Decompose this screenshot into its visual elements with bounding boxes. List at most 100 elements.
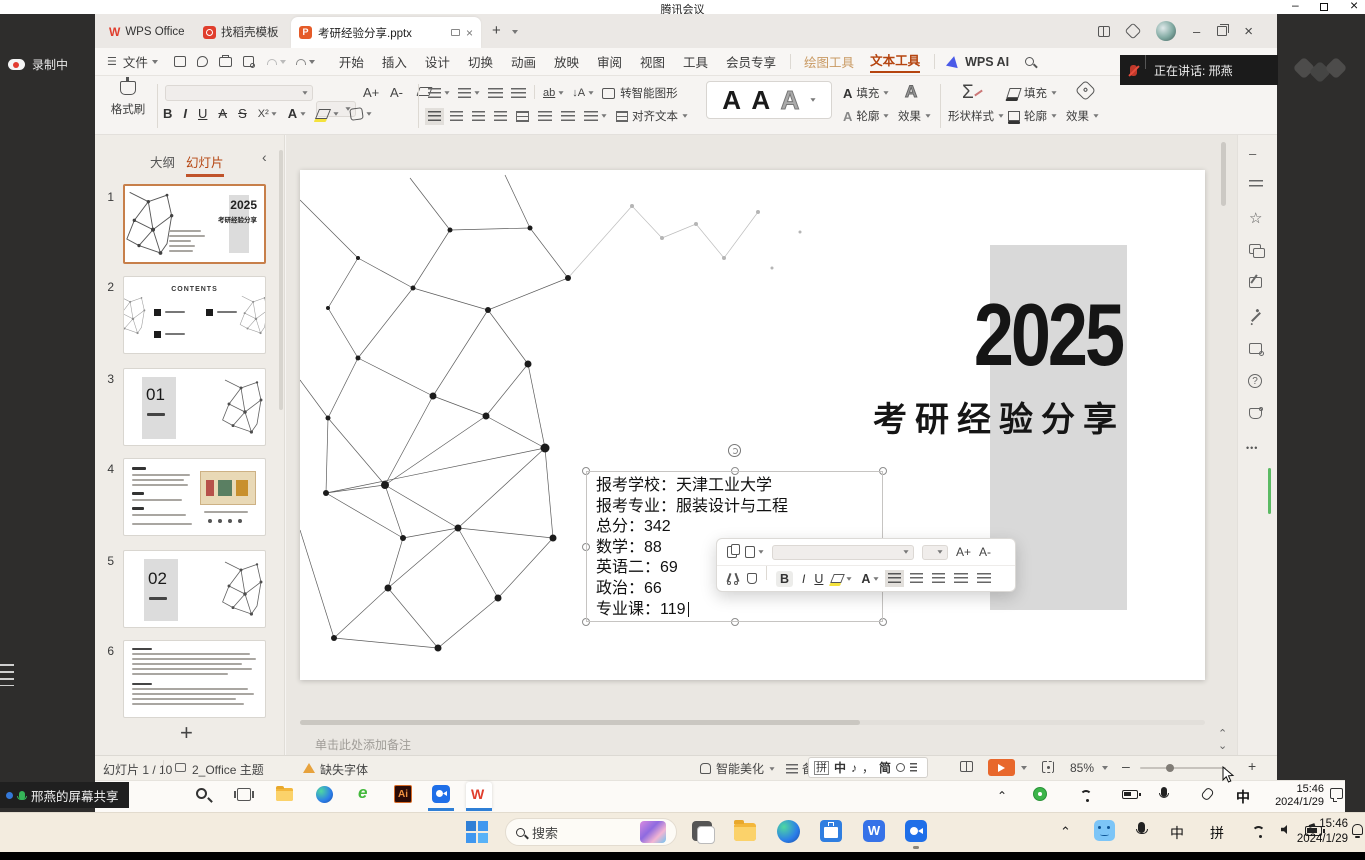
shared-explorer-icon[interactable] — [276, 788, 293, 801]
tab-close-icon[interactable]: × — [466, 26, 473, 40]
menu-insert[interactable]: 插入 — [382, 52, 407, 71]
win-start-button[interactable] — [466, 821, 488, 843]
shared-ime-cn[interactable]: 中 — [1236, 787, 1250, 807]
mini-align-right[interactable] — [932, 573, 945, 584]
vertical-scrollbar[interactable] — [1221, 142, 1226, 682]
sidebar-settings-icon[interactable] — [1249, 180, 1263, 190]
decrease-font-button[interactable]: A- — [390, 85, 403, 100]
meeting-maximize-button[interactable] — [1320, 3, 1328, 11]
win-taskview-icon[interactable] — [692, 821, 712, 841]
win-wps-icon[interactable]: W — [863, 820, 885, 842]
reading-view-icon[interactable] — [960, 761, 973, 772]
menu-design[interactable]: 设计 — [425, 52, 450, 71]
menu-draw-tools[interactable]: 绘图工具 — [804, 52, 854, 71]
rotation-handle[interactable] — [728, 444, 741, 457]
next-slide-button[interactable]: ⌄ — [1218, 739, 1227, 752]
win-ime-pin[interactable]: 拼 — [1210, 823, 1224, 843]
distribute-button[interactable] — [516, 111, 529, 122]
win-meeting-tray-icon[interactable] — [1094, 820, 1115, 841]
mini-line-spacing-down[interactable] — [977, 573, 991, 584]
text-effect-gallery-icon[interactable]: A — [905, 82, 917, 102]
win-ime-cn[interactable]: 中 — [1170, 823, 1184, 843]
strike-a-button[interactable]: A — [218, 107, 227, 120]
main-menu-icon[interactable]: ☰ — [107, 55, 117, 68]
mini-increase-font[interactable]: A+ — [956, 545, 971, 559]
shared-ie-icon[interactable]: e — [358, 783, 367, 803]
slide-thumbnail-1[interactable]: 2025 考研经验分享 — [123, 184, 266, 264]
tab-outline[interactable]: 大纲 — [150, 152, 175, 171]
mini-italic-button[interactable]: I — [802, 572, 805, 586]
shared-meeting-icon[interactable] — [432, 785, 450, 803]
win-wifi-icon[interactable] — [1252, 826, 1265, 839]
fit-slide-icon[interactable] — [1042, 761, 1054, 773]
highlight-color-button[interactable] — [317, 109, 339, 119]
tab-slides[interactable]: 幻灯片 — [186, 152, 224, 177]
new-tab-button[interactable]: + — [492, 22, 501, 39]
slide-title[interactable]: 考研经验分享 — [825, 392, 1125, 441]
text-effect-menu-button[interactable]: 效果 — [898, 108, 931, 124]
italic-button[interactable]: I — [183, 107, 187, 120]
ime-sound-icon[interactable]: ♪ — [851, 761, 857, 775]
sidebar-map-search-icon[interactable] — [1249, 343, 1262, 354]
tab-list-chevron[interactable] — [512, 30, 518, 34]
mini-align-left[interactable] — [888, 573, 901, 584]
increase-indent-button[interactable] — [511, 88, 526, 99]
export-icon[interactable] — [197, 56, 208, 67]
ime-settings-icon[interactable] — [896, 763, 905, 772]
menu-start[interactable]: 开始 — [339, 52, 364, 71]
text-direction-button[interactable]: ab — [543, 87, 564, 99]
slide-thumbnail-3[interactable]: 01 — [123, 368, 266, 446]
slide-thumbnail-5[interactable]: 02 — [123, 550, 266, 628]
win-clock[interactable]: 15:46 2024/1/29 — [1288, 817, 1348, 846]
shape-style-button[interactable]: 形状样式 — [948, 108, 1004, 124]
wps-minimize-button[interactable]: – — [1193, 24, 1200, 39]
cut-icon[interactable] — [727, 573, 738, 585]
slide-thumbnail-4[interactable] — [123, 458, 266, 536]
side-menu-icon[interactable] — [0, 664, 14, 686]
ime-toolbar[interactable]: 拼 中 ♪ ， 简 — [808, 757, 928, 778]
shared-search-icon[interactable] — [196, 788, 207, 799]
undo-chevron[interactable] — [280, 60, 286, 64]
shared-battery-icon[interactable] — [1122, 790, 1138, 799]
mini-bold-button[interactable]: B — [776, 571, 793, 587]
win-mic-icon[interactable] — [1138, 822, 1145, 833]
numbered-list-button[interactable] — [458, 88, 480, 99]
ime-punct-icon[interactable]: ， — [862, 759, 874, 776]
menu-tools[interactable]: 工具 — [683, 52, 708, 71]
menu-member[interactable]: 会员专享 — [726, 52, 776, 71]
win-tray-expand-icon[interactable]: ⌃ — [1060, 824, 1071, 840]
shared-taskview-icon[interactable] — [237, 788, 251, 801]
win-store-icon[interactable] — [820, 820, 842, 842]
shared-tray-expand-icon[interactable]: ⌃ — [997, 789, 1007, 803]
paste-button[interactable] — [745, 546, 764, 558]
slide-thumbnail-2[interactable]: CONTENTS — [123, 276, 266, 354]
mini-highlight-button[interactable] — [832, 574, 852, 583]
menu-animation[interactable]: 动画 — [511, 52, 536, 71]
menu-text-tools[interactable]: 文本工具 — [870, 50, 920, 73]
save-icon[interactable] — [174, 56, 186, 67]
mini-font-family-select[interactable] — [772, 545, 914, 560]
mini-line-spacing-up[interactable] — [954, 573, 968, 584]
meeting-minimize-button[interactable]: – — [1292, 0, 1299, 12]
win-edge-icon[interactable] — [777, 820, 800, 843]
shared-wps-icon[interactable]: W — [471, 786, 484, 802]
align-center-button[interactable] — [450, 111, 463, 122]
text-fill-button[interactable]: A 填充 — [843, 85, 889, 101]
theme-name[interactable]: 2_Office 主题 — [192, 761, 264, 778]
shared-notification-icon[interactable] — [1330, 788, 1343, 799]
bold-button[interactable]: B — [163, 107, 172, 120]
menu-transition[interactable]: 切换 — [468, 52, 493, 71]
shared-360-icon[interactable] — [1033, 787, 1047, 801]
justify-button[interactable] — [494, 111, 507, 122]
format-painter-mini-icon[interactable] — [747, 573, 757, 584]
zoom-out-button[interactable]: – — [1122, 758, 1130, 774]
sidebar-layers-icon[interactable] — [1249, 244, 1261, 254]
sidebar-favorites-icon[interactable]: ☆ — [1249, 209, 1262, 227]
wordart-gallery[interactable]: A A A — [706, 81, 832, 119]
format-painter-button[interactable]: 格式刷 — [108, 81, 148, 117]
zoom-slider[interactable] — [1140, 767, 1226, 769]
line-height-button[interactable] — [584, 111, 607, 122]
text-outline-button[interactable]: A 轮廓 — [843, 108, 889, 124]
redo-chevron[interactable] — [309, 60, 315, 64]
wps-close-button[interactable]: × — [1244, 23, 1253, 40]
